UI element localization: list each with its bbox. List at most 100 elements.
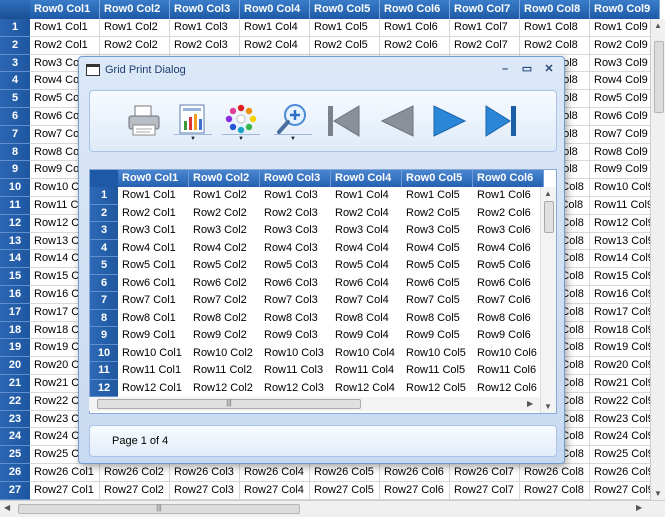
row-header[interactable]: 25 [0, 446, 30, 464]
table-cell[interactable]: Row2 Col5 [310, 37, 380, 55]
row-header[interactable]: 11 [0, 197, 30, 215]
scroll-up-icon[interactable]: ▲ [654, 21, 662, 30]
next-page-button[interactable] [428, 99, 470, 143]
column-header[interactable]: Row0 Col5 [310, 0, 380, 19]
table-cell[interactable]: Row27 Col2 [100, 482, 170, 500]
table-cell[interactable]: Row27 Col7 [450, 482, 520, 500]
row-header[interactable]: 7 [0, 126, 30, 144]
row-header[interactable]: 4 [0, 72, 30, 90]
row-header[interactable]: 3 [0, 55, 30, 73]
table-cell[interactable]: Row27 Col8 [520, 482, 590, 500]
color-dropdown-icon[interactable]: ▼ [222, 134, 260, 143]
row-header[interactable]: 5 [0, 90, 30, 108]
row-header[interactable]: 22 [0, 393, 30, 411]
preview-vertical-scrollbar[interactable]: ▲ ▼ [540, 187, 556, 413]
row-header[interactable]: 19 [0, 339, 30, 357]
table-cell[interactable]: Row1 Col2 [100, 19, 170, 37]
table-cell[interactable]: Row2 Col8 [520, 37, 590, 55]
table-cell[interactable]: Row26 Col7 [450, 464, 520, 482]
table-cell[interactable]: Row2 Col2 [100, 37, 170, 55]
column-header[interactable]: Row0 Col3 [170, 0, 240, 19]
row-header[interactable]: 8 [0, 144, 30, 162]
horizontal-scroll-thumb[interactable]: ||| [18, 504, 300, 514]
row-header[interactable]: 1 [0, 19, 30, 37]
column-header[interactable]: Row0 Col2 [100, 0, 170, 19]
page-setup-dropdown-icon[interactable]: ▼ [174, 134, 212, 143]
row-header[interactable]: 15 [0, 268, 30, 286]
print-button[interactable] [123, 99, 165, 143]
grid-horizontal-scrollbar[interactable]: ◀ ||| ▶ [0, 500, 665, 517]
column-header[interactable]: Row0 Col9 [590, 0, 660, 19]
table-cell[interactable]: Row27 Col6 [380, 482, 450, 500]
row-header[interactable]: 18 [0, 322, 30, 340]
row-header[interactable]: 20 [0, 357, 30, 375]
row-header[interactable]: 10 [0, 179, 30, 197]
row-header[interactable]: 6 [0, 108, 30, 126]
table-cell[interactable]: Row1 Col6 [380, 19, 450, 37]
grid-corner[interactable] [0, 0, 31, 19]
row-header[interactable]: 14 [0, 250, 30, 268]
table-cell[interactable]: Row1 Col8 [520, 19, 590, 37]
column-header[interactable]: Row0 Col7 [450, 0, 520, 19]
preview-scroll-up-icon[interactable]: ▲ [544, 189, 552, 198]
table-cell[interactable]: Row27 Col1 [30, 482, 100, 500]
preview-vertical-scroll-thumb[interactable] [544, 201, 554, 233]
row-header[interactable]: 13 [0, 233, 30, 251]
row-header[interactable]: 23 [0, 411, 30, 429]
row-header[interactable]: 9 [0, 161, 30, 179]
previous-page-button[interactable] [376, 99, 418, 143]
table-cell[interactable]: Row2 Col6 [380, 37, 450, 55]
table-cell[interactable]: Row2 Col3 [170, 37, 240, 55]
row-header[interactable]: 2 [0, 37, 30, 55]
table-cell[interactable]: Row2 Col1 [30, 37, 100, 55]
vertical-scroll-thumb[interactable] [654, 41, 664, 113]
zoom-button[interactable]: ▼ [272, 99, 314, 143]
row-header[interactable]: 12 [0, 215, 30, 233]
table-cell[interactable]: Row26 Col1 [30, 464, 100, 482]
table-cell[interactable]: Row1 Col3 [170, 19, 240, 37]
row-header[interactable]: 24 [0, 428, 30, 446]
column-header[interactable]: Row0 Col8 [520, 0, 590, 19]
column-header[interactable]: Row0 Col6 [380, 0, 450, 19]
color-button[interactable]: ▼ [220, 99, 262, 143]
table-cell[interactable]: Row1 Col5 [310, 19, 380, 37]
column-header[interactable]: Row0 Col1 [30, 0, 100, 19]
table-cell[interactable]: Row26 Col8 [520, 464, 590, 482]
table-cell[interactable]: Row1 Col1 [30, 19, 100, 37]
table-cell[interactable]: Row26 Col4 [240, 464, 310, 482]
column-header[interactable]: Row0 Col4 [240, 0, 310, 19]
zoom-dropdown-icon[interactable]: ▼ [274, 134, 312, 143]
table-cell[interactable]: Row2 Col7 [450, 37, 520, 55]
minimize-button[interactable]: – [497, 61, 513, 77]
table-cell[interactable]: Row27 Col5 [310, 482, 380, 500]
dialog-titlebar[interactable]: Grid Print Dialog – ▭ ✕ [79, 57, 564, 83]
page-setup-button[interactable]: ▼ [172, 99, 214, 143]
row-header[interactable]: 16 [0, 286, 30, 304]
preview-horizontal-scroll-thumb[interactable]: ||| [97, 399, 361, 409]
table-cell[interactable]: Row1 Col4 [240, 19, 310, 37]
scroll-left-icon[interactable]: ◀ [4, 503, 10, 512]
preview-scroll-right-icon[interactable]: ▶ [527, 399, 533, 408]
scroll-right-icon[interactable]: ▶ [636, 503, 642, 512]
close-button[interactable]: ✕ [541, 61, 557, 77]
row-header[interactable]: 17 [0, 304, 30, 322]
row-header[interactable]: 27 [0, 482, 30, 500]
table-cell[interactable]: Row27 Col4 [240, 482, 310, 500]
first-page-button[interactable] [322, 99, 364, 143]
row-header[interactable]: 26 [0, 464, 30, 482]
table-cell[interactable]: Row2 Col4 [240, 37, 310, 55]
preview-horizontal-scrollbar[interactable]: ||| ▶ [89, 397, 540, 411]
table-cell[interactable]: Row26 Col6 [380, 464, 450, 482]
scroll-down-icon[interactable]: ▼ [654, 489, 662, 498]
last-page-button[interactable] [480, 99, 522, 143]
row-header[interactable]: 21 [0, 375, 30, 393]
table-cell[interactable]: Row27 Col3 [170, 482, 240, 500]
preview-scroll-down-icon[interactable]: ▼ [544, 402, 552, 411]
table-cell[interactable]: Row26 Col3 [170, 464, 240, 482]
maximize-button[interactable]: ▭ [519, 61, 535, 77]
table-cell[interactable]: Row26 Col5 [310, 464, 380, 482]
print-preview-grid[interactable]: Row0 Col1Row0 Col2Row0 Col3Row0 Col4Row0… [89, 169, 557, 414]
grid-vertical-scrollbar[interactable]: ▲ ▼ [650, 19, 665, 500]
table-cell[interactable]: Row26 Col2 [100, 464, 170, 482]
table-cell[interactable]: Row1 Col7 [450, 19, 520, 37]
